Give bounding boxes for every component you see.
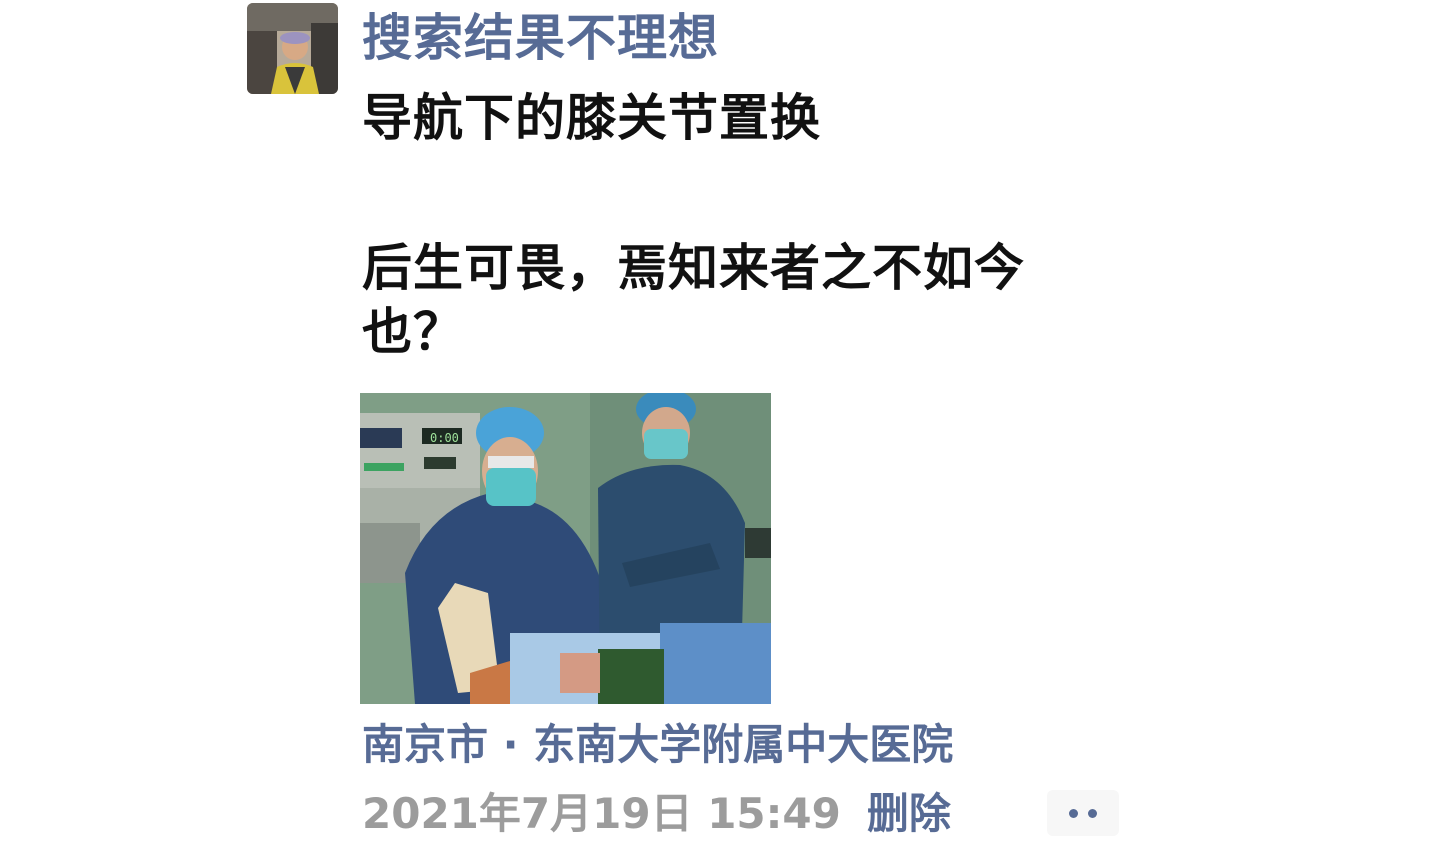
post-text: 导航下的膝关节置换 后生可畏，焉知来者之不如今 也？ bbox=[362, 86, 1122, 364]
post-meta: 2021年7月19日 15:49 删除 bbox=[362, 784, 951, 844]
post-text-line: 也？ bbox=[362, 303, 464, 361]
post-text-line: 后生可畏，焉知来者之不如今 bbox=[362, 239, 1025, 297]
monitor-readout: 0:00 bbox=[430, 431, 459, 445]
more-dots-icon bbox=[1064, 808, 1102, 818]
author-avatar[interactable] bbox=[247, 3, 338, 94]
more-button[interactable] bbox=[1047, 790, 1119, 836]
post-text-line: 导航下的膝关节置换 bbox=[362, 89, 821, 147]
avatar-image bbox=[247, 3, 338, 94]
delete-button[interactable]: 删除 bbox=[867, 784, 951, 844]
author-name[interactable]: 搜索结果不理想 bbox=[362, 6, 719, 70]
surgery-photo: 0:00 bbox=[360, 393, 771, 704]
post-timestamp: 2021年7月19日 15:49 bbox=[362, 789, 841, 838]
post-photo[interactable]: 0:00 bbox=[360, 393, 771, 704]
location-link[interactable]: 南京市 · 东南大学附属中大医院 bbox=[362, 716, 953, 774]
